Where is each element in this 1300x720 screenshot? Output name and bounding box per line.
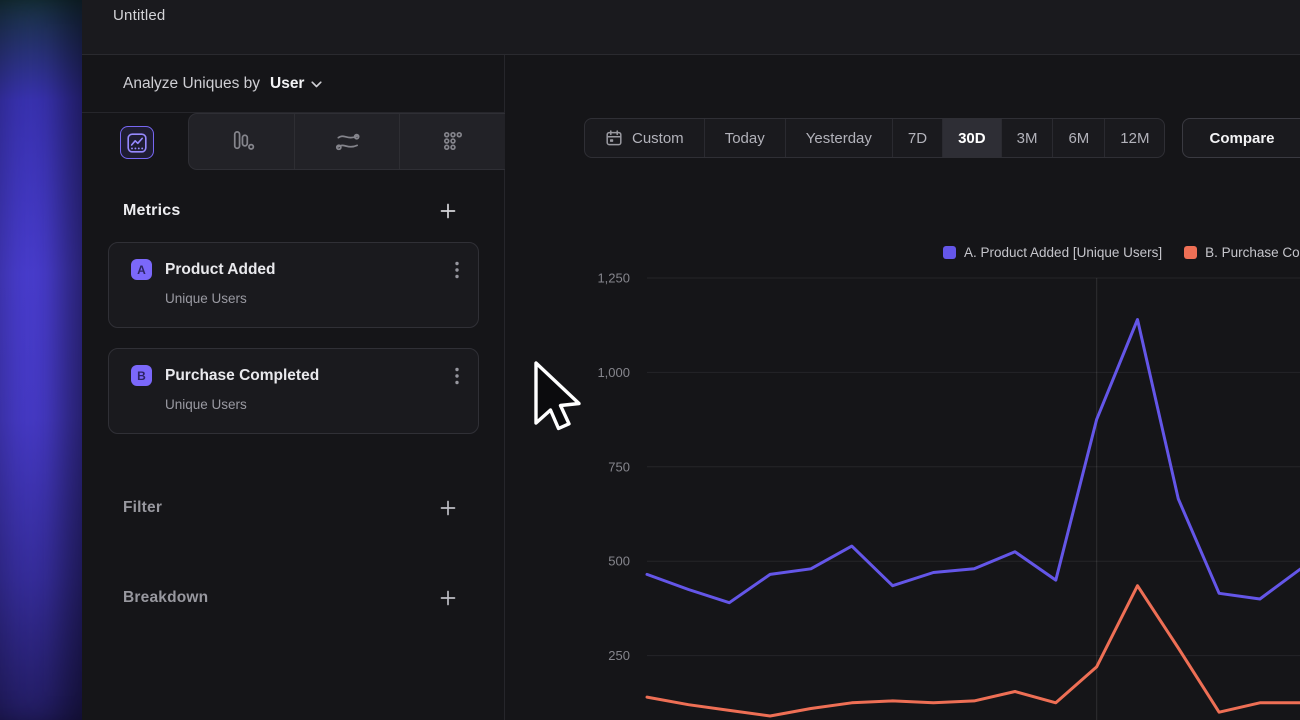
kebab-menu-icon[interactable] bbox=[454, 260, 460, 280]
analyze-by-dropdown[interactable]: User bbox=[270, 75, 304, 93]
analyze-label: Analyze Uniques by bbox=[123, 75, 260, 93]
date-range-controls: Custom Today Yesterday 7D 30D 3M 6M 12M … bbox=[584, 118, 1300, 158]
chart-panel: Custom Today Yesterday 7D 30D 3M 6M 12M … bbox=[505, 55, 1300, 720]
insights-line-chart-icon bbox=[127, 133, 147, 153]
chevron-down-icon bbox=[311, 81, 322, 88]
range-custom[interactable]: Custom bbox=[585, 119, 704, 157]
metrics-section-header: Metrics bbox=[82, 202, 504, 220]
svg-text:1,000: 1,000 bbox=[597, 365, 630, 380]
title-bar: Untitled bbox=[82, 0, 1300, 55]
metric-card-b[interactable]: B Purchase Completed Unique Users bbox=[108, 348, 479, 434]
metric-title[interactable]: Product Added bbox=[165, 261, 454, 279]
metric-card-a[interactable]: A Product Added Unique Users bbox=[108, 242, 479, 328]
tab-flows[interactable] bbox=[294, 114, 400, 169]
inactive-tab-group bbox=[188, 113, 505, 170]
metric-subtitle[interactable]: Unique Users bbox=[165, 291, 460, 306]
report-title[interactable]: Untitled bbox=[113, 7, 165, 24]
query-builder-sidebar: Analyze Uniques by User bbox=[82, 55, 505, 720]
range-7d[interactable]: 7D bbox=[892, 119, 942, 157]
breakdown-section-header: Breakdown bbox=[82, 584, 504, 612]
analytics-app-window: Untitled Analyze Uniques by User bbox=[82, 0, 1300, 720]
filter-section-header: Filter bbox=[82, 494, 504, 522]
range-30d[interactable]: 30D bbox=[942, 119, 1001, 157]
metric-badge-b: B bbox=[131, 365, 152, 386]
metric-title[interactable]: Purchase Completed bbox=[165, 367, 454, 385]
range-yesterday[interactable]: Yesterday bbox=[785, 119, 892, 157]
range-today[interactable]: Today bbox=[704, 119, 785, 157]
range-3m[interactable]: 3M bbox=[1001, 119, 1053, 157]
metric-subtitle[interactable]: Unique Users bbox=[165, 397, 460, 412]
breakdown-label: Breakdown bbox=[123, 589, 208, 607]
svg-text:250: 250 bbox=[608, 648, 630, 663]
background-gradient bbox=[0, 0, 82, 720]
line-chart: 02505007501,0001,250May 2May 4May 6May 8… bbox=[505, 215, 1300, 720]
screenshot-stage: Untitled Analyze Uniques by User bbox=[0, 0, 1300, 720]
metrics-label: Metrics bbox=[123, 202, 180, 220]
range-12m[interactable]: 12M bbox=[1104, 119, 1164, 157]
svg-text:750: 750 bbox=[608, 459, 630, 474]
date-range-segmented-control: Custom Today Yesterday 7D 30D 3M 6M 12M bbox=[584, 118, 1165, 158]
analyze-uniques-row: Analyze Uniques by User bbox=[82, 55, 504, 113]
flows-waves-icon bbox=[334, 128, 361, 155]
tab-insights[interactable] bbox=[120, 126, 154, 159]
add-metric-icon[interactable] bbox=[440, 203, 456, 219]
svg-text:1,250: 1,250 bbox=[597, 271, 630, 286]
report-type-tabs bbox=[82, 113, 504, 170]
tab-funnels[interactable] bbox=[189, 114, 294, 169]
kebab-menu-icon[interactable] bbox=[454, 366, 460, 386]
svg-text:500: 500 bbox=[608, 554, 630, 569]
retention-dot-grid-icon bbox=[439, 128, 466, 155]
metric-badge-a: A bbox=[131, 259, 152, 280]
compare-button[interactable]: Compare bbox=[1182, 118, 1300, 158]
tab-retention[interactable] bbox=[399, 114, 505, 169]
add-breakdown-icon[interactable] bbox=[440, 590, 456, 606]
range-6m[interactable]: 6M bbox=[1052, 119, 1104, 157]
add-filter-icon[interactable] bbox=[440, 500, 456, 516]
filter-label: Filter bbox=[123, 499, 162, 517]
calendar-icon bbox=[605, 129, 623, 147]
funnel-bars-icon bbox=[228, 128, 255, 155]
